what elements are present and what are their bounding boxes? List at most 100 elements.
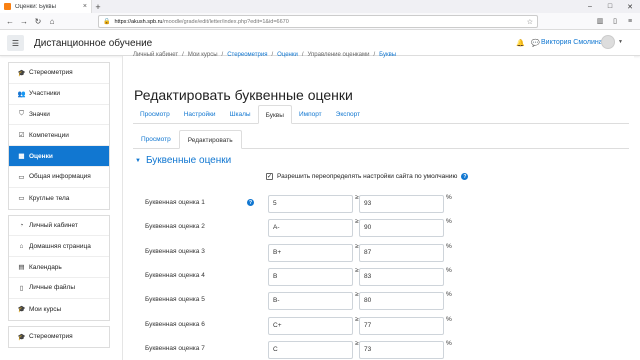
dashboard-icon: ◔ — [19, 221, 24, 229]
breadcrumb-item[interactable]: Стереометрия — [227, 52, 267, 58]
browser-tab[interactable]: Оценки: Буквы × — [0, 0, 92, 13]
boundary-input[interactable]: 90 — [359, 219, 444, 238]
sidebar-item-label: Мои курсы — [29, 305, 62, 313]
file-icon: ▯ — [19, 284, 24, 292]
tab[interactable]: Экспорт — [329, 105, 367, 124]
library-icon[interactable]: ▥ — [594, 15, 606, 27]
extra-nav-group: 🎓 Стереометрия — [8, 325, 110, 349]
boundary-input[interactable]: 80 — [359, 292, 444, 311]
override-checkbox[interactable]: ✓ — [266, 173, 273, 180]
url-bar[interactable]: 🔒 https://akush.spb.ru/moodle/grade/edit… — [98, 15, 538, 28]
browser-toolbar-right: ▥ ▯ ≡ — [594, 15, 636, 27]
home-icon[interactable]: ⌂ — [45, 14, 59, 28]
help-icon[interactable]: ? — [461, 173, 469, 180]
grade-row: Буквенная оценка 7 C ≥73% — [123, 340, 635, 360]
tab[interactable]: Просмотр — [133, 105, 177, 124]
section-header[interactable]: ▼ Буквенные оценки — [135, 155, 231, 166]
tab[interactable]: Буквы — [257, 105, 292, 124]
page-title: Редактировать буквенные оценки — [134, 87, 353, 103]
breadcrumb-item[interactable]: Мои курсы — [188, 52, 218, 58]
breadcrumb-item[interactable]: Управление оценками — [308, 52, 370, 58]
letter-input[interactable]: B+ — [268, 243, 353, 262]
tab[interactable]: Шкалы — [223, 105, 258, 124]
avatar[interactable] — [601, 35, 615, 49]
sidebar-item-label: Личные файлы — [29, 284, 76, 292]
minimize-icon[interactable]: – — [580, 0, 600, 13]
table-icon: ▦ — [18, 153, 25, 161]
sidebar-item[interactable]: 🎓 Мои курсы — [9, 299, 109, 320]
letter-input[interactable]: C+ — [268, 316, 353, 335]
boundary-input[interactable]: 87 — [359, 243, 444, 262]
boundary-input[interactable]: 83 — [359, 267, 444, 286]
sidebar-item[interactable]: 👥 Участники — [9, 84, 109, 105]
sidebar-item[interactable]: ▯ Личные файлы — [9, 278, 109, 299]
url-host: https://akush.spb.ru — [114, 18, 163, 25]
boundary-input[interactable]: 73 — [359, 340, 444, 359]
sidebar-item[interactable]: ⛉ Значки — [9, 105, 109, 126]
back-icon[interactable]: ← — [3, 14, 17, 28]
sidebar-item-label: Личный кабинет — [29, 221, 78, 229]
breadcrumb-item[interactable]: Личный кабинет — [133, 52, 178, 58]
sidebar-item[interactable]: ☑ Компетенции — [9, 125, 109, 147]
new-tab-icon[interactable]: + — [92, 2, 104, 12]
calendar-icon: ▤ — [18, 264, 25, 272]
grade-label: Буквенная оценка 3 — [145, 247, 205, 255]
boundary-input[interactable]: 77 — [359, 316, 444, 335]
override-row: ✓ Разрешить переопределять настройки сай… — [266, 173, 469, 180]
tab-title: Оценки: Буквы — [15, 3, 56, 10]
help-icon[interactable]: ? — [247, 199, 254, 206]
maximize-icon[interactable]: □ — [600, 0, 620, 13]
sidebar-item[interactable]: ◔ Личный кабинет — [9, 216, 109, 237]
tab[interactable]: Редактировать — [178, 130, 242, 149]
graduation-cap-icon: 🎓 — [17, 333, 26, 341]
main-region: Личный кабинет / Мои курсы / Стереометрия / Оц… — [122, 52, 635, 360]
tab[interactable]: Настройки — [177, 105, 223, 124]
lock-icon: 🔒 — [103, 19, 111, 25]
folder-icon: ▭ — [18, 195, 25, 203]
course-nav-group: 🎓 Стереометрия 👥 Участники ⛉ Значки ☑ Компетенц… — [8, 62, 110, 210]
user-menu-name[interactable]: Виктория Смолина — [541, 39, 603, 46]
sidebar-item-label: Участники — [29, 90, 61, 98]
sidebar-item-label: Стереометрия — [29, 333, 73, 341]
home-icon: ⌂ — [19, 242, 24, 250]
sidebar-item[interactable]: 🎓 Стереометрия — [9, 63, 109, 84]
breadcrumb-item[interactable]: Оценки — [277, 52, 298, 58]
sidebar-item[interactable]: 🎓 Стереометрия — [9, 327, 109, 348]
window-close-icon[interactable]: ✕ — [620, 0, 640, 13]
notification-bell-icon[interactable]: 🔔 — [516, 39, 525, 47]
menu-icon[interactable]: ≡ — [624, 15, 636, 27]
tab[interactable]: Импорт — [292, 105, 329, 124]
chevron-down-icon[interactable]: ▼ — [618, 39, 623, 45]
grade-row: Буквенная оценка 5 B- ≥80% — [123, 291, 635, 312]
boundary-input[interactable]: 93 — [359, 195, 444, 213]
override-label[interactable]: Разрешить переопределять настройки сайта… — [277, 173, 457, 180]
letter-input[interactable]: B — [268, 267, 353, 286]
nav-drawer-toggle-icon[interactable]: ☰ — [7, 35, 24, 51]
letter-input[interactable]: 5 — [268, 195, 353, 213]
letter-input[interactable]: C — [268, 340, 353, 359]
messages-icon[interactable]: 💬 — [531, 39, 540, 47]
site-name[interactable]: Дистанционное обучение — [34, 38, 152, 49]
grade-row: Буквенная оценка 2 A- ≥90% — [123, 218, 635, 239]
collapse-caret-icon[interactable]: ▼ — [135, 158, 141, 164]
sidebar-item[interactable]: ▭ Общая информация — [9, 167, 109, 188]
tab[interactable]: Просмотр — [133, 130, 179, 149]
percent-symbol: % — [446, 291, 452, 299]
checkbox-icon: ☑ — [18, 132, 25, 140]
sidebar-item[interactable]: ⌂ Домашняя страница — [9, 236, 109, 258]
sidebar-item[interactable]: ▭ Круглые тела — [9, 188, 109, 209]
letter-input[interactable]: A- — [268, 219, 353, 238]
grade-row: Буквенная оценка 6 C+ ≥77% — [123, 316, 635, 337]
letter-input[interactable]: B- — [268, 292, 353, 311]
sidebar-icon[interactable]: ▯ — [609, 15, 621, 27]
sidebar-item[interactable]: ▦ Оценки — [9, 146, 109, 167]
close-icon[interactable]: × — [83, 3, 87, 10]
graduation-cap-icon: 🎓 — [17, 306, 26, 314]
reload-icon[interactable]: ↻ — [31, 14, 45, 28]
grade-label: Буквенная оценка 2 — [145, 223, 205, 231]
breadcrumb-separator: / — [301, 52, 304, 58]
bookmark-star-icon[interactable]: ☆ — [527, 18, 533, 26]
sidebar-item[interactable]: ▤ Календарь — [9, 257, 109, 278]
breadcrumb-item[interactable]: Буквы — [379, 52, 396, 58]
forward-icon[interactable]: → — [17, 14, 31, 28]
